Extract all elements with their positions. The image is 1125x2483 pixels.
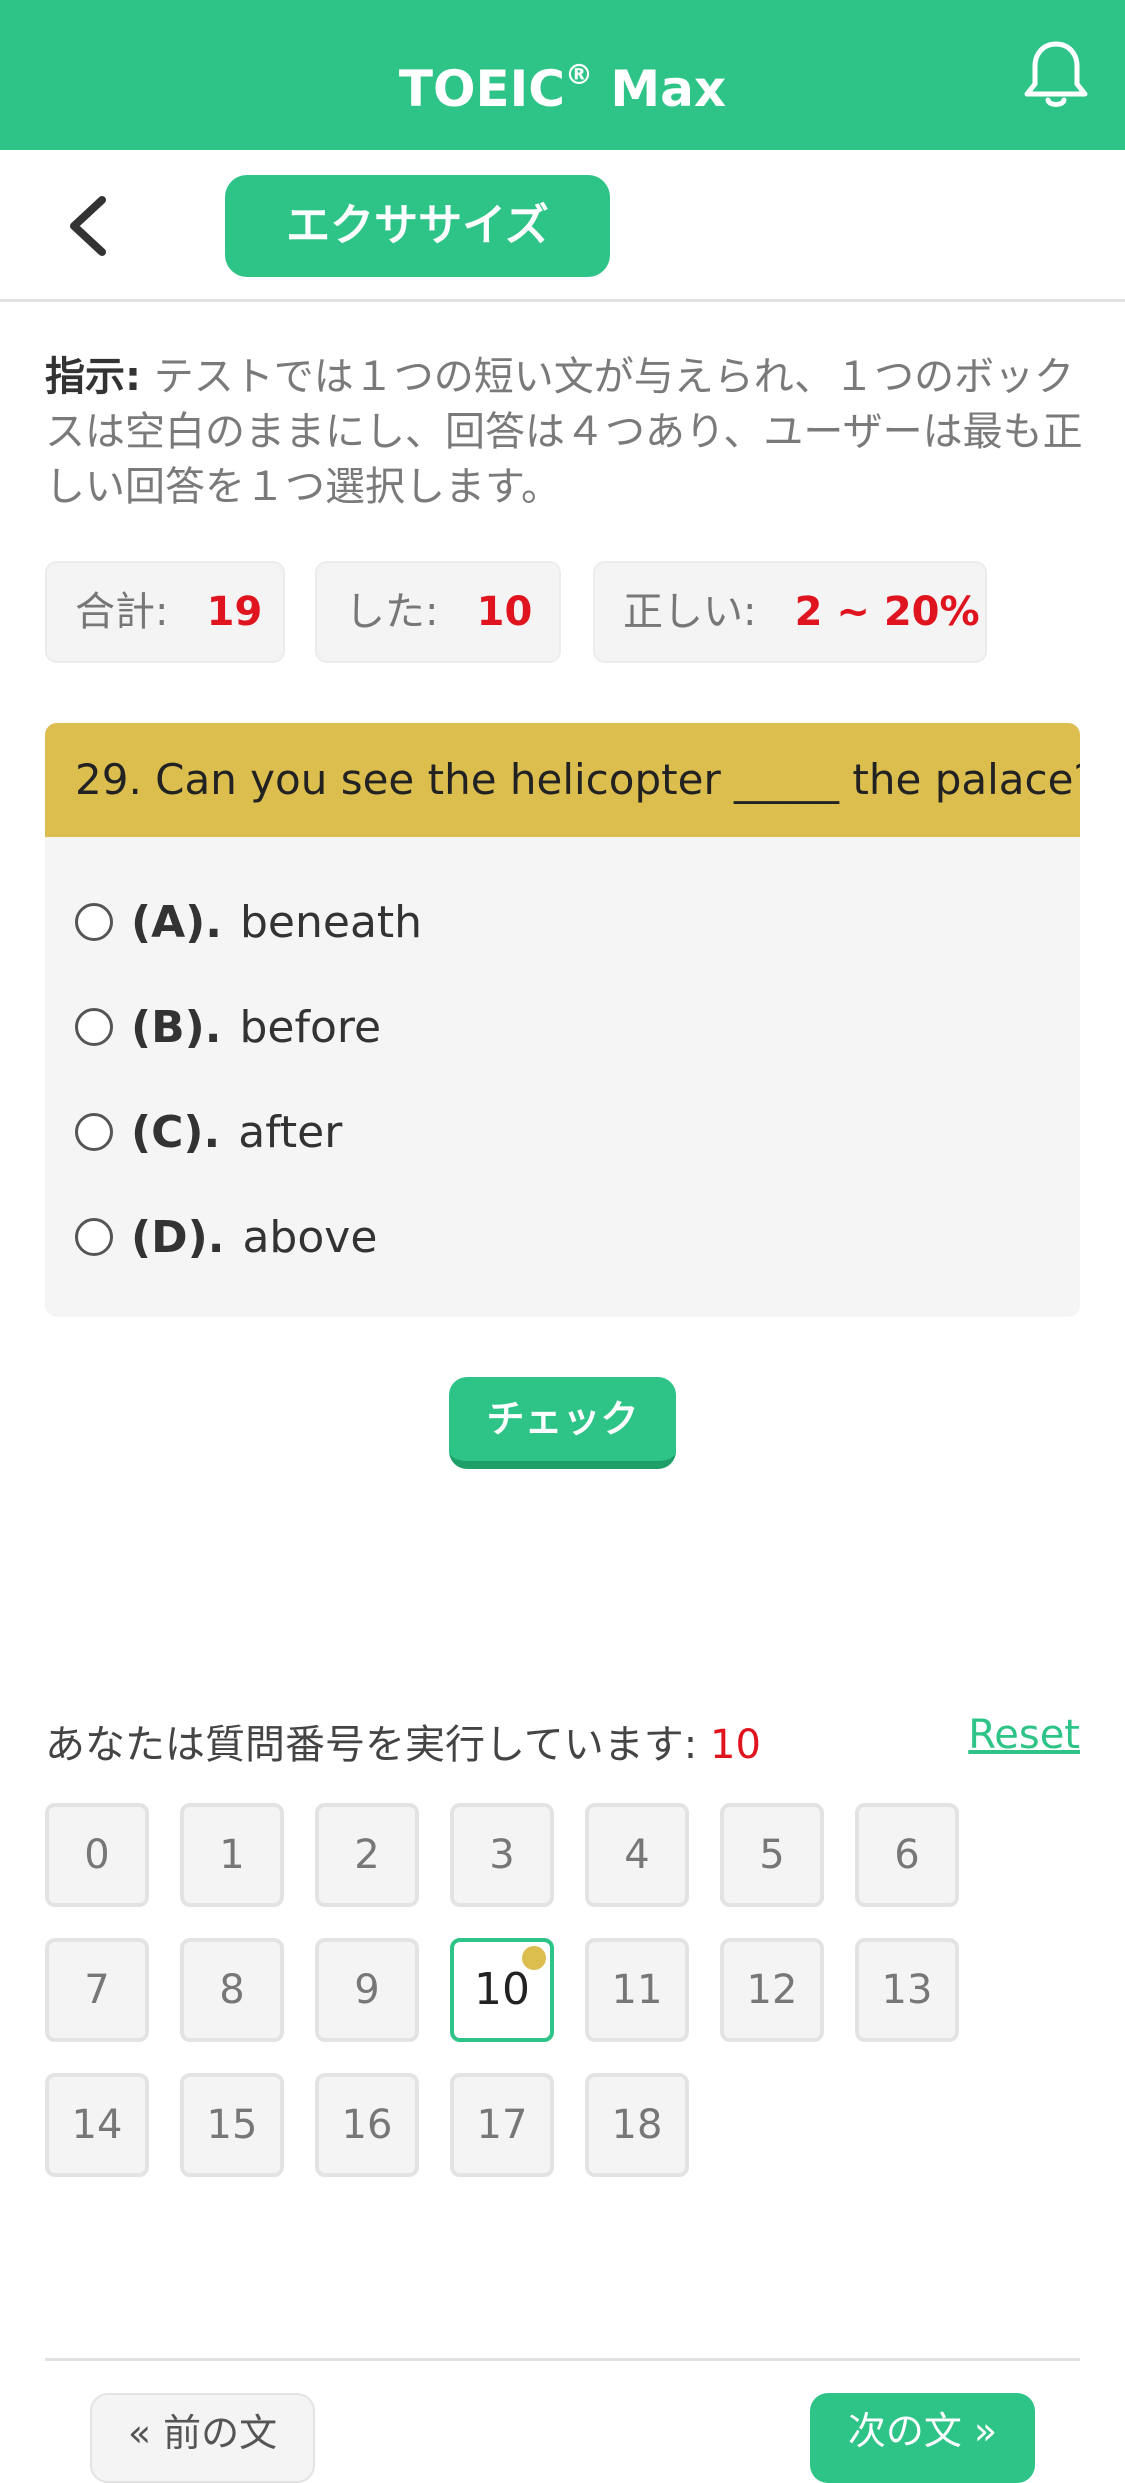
question-number-button[interactable]: 1 — [180, 1803, 284, 1907]
check-button[interactable]: チェック — [449, 1377, 676, 1469]
stat-done: した: 10 — [315, 561, 561, 663]
option-b[interactable]: (B). before — [75, 987, 381, 1067]
question-number-button[interactable]: 4 — [585, 1803, 689, 1907]
stat-total: 合計: 19 — [45, 561, 285, 663]
next-sentence-button[interactable]: 次の文 » — [810, 2393, 1035, 2483]
stat-correct: 正しい: 2 ~ 20% — [593, 561, 987, 663]
reset-link[interactable]: Reset — [968, 1712, 1080, 1758]
instructions-text: テストでは１つの短い文が与えられ、１つのボックスは空白のままにし、回答は４つあり… — [45, 354, 1083, 510]
question-number-button[interactable]: 17 — [450, 2073, 554, 2177]
progress-label: あなたは質問番号を実行しています: 10 — [45, 1722, 761, 1768]
question-number-button[interactable]: 13 — [855, 1938, 959, 2042]
question-number-button[interactable]: 6 — [855, 1803, 959, 1907]
divider — [45, 2358, 1080, 2361]
question-number-button[interactable]: 2 — [315, 1803, 419, 1907]
question-number-button[interactable]: 0 — [45, 1803, 149, 1907]
tab-exercise[interactable]: エクササイズ — [225, 175, 610, 277]
current-indicator-dot — [522, 1946, 546, 1970]
radio-button[interactable] — [75, 903, 113, 941]
app-title: TOEIC® Max — [398, 58, 727, 118]
question-number-button[interactable]: 7 — [45, 1938, 149, 2042]
radio-button[interactable] — [75, 1008, 113, 1046]
instructions: 指示: テストでは１つの短い文が与えられ、１つのボックスは空白のままにし、回答は… — [45, 350, 1085, 515]
question-number-button[interactable]: 15 — [180, 2073, 284, 2177]
question-text: 29. Can you see the helicopter _____ the… — [45, 723, 1080, 837]
instructions-label: 指示: — [45, 354, 141, 400]
question-number-button[interactable]: 14 — [45, 2073, 149, 2177]
question-number-button[interactable]: 11 — [585, 1938, 689, 2042]
question-number-button[interactable]: 5 — [720, 1803, 824, 1907]
chevron-left-icon[interactable] — [60, 194, 120, 258]
option-a[interactable]: (A). beneath — [75, 882, 422, 962]
question-number-button[interactable]: 3 — [450, 1803, 554, 1907]
sub-navigation: エクササイズ — [0, 150, 1125, 302]
question-number-button[interactable]: 9 — [315, 1938, 419, 2042]
previous-sentence-button[interactable]: « 前の文 — [90, 2393, 315, 2483]
question-number-grid: 0 1 2 3 4 5 6 7 8 9 10 11 12 13 14 15 16 17 18 — [45, 1803, 1045, 2183]
question-number-button[interactable]: 12 — [720, 1938, 824, 2042]
option-c[interactable]: (C). after — [75, 1092, 342, 1172]
question-number-button[interactable]: 16 — [315, 2073, 419, 2177]
app-header: TOEIC® Max — [0, 0, 1125, 150]
radio-button[interactable] — [75, 1113, 113, 1151]
bell-icon[interactable] — [1021, 38, 1091, 110]
question-number-button[interactable]: 18 — [585, 2073, 689, 2177]
option-d[interactable]: (D). above — [75, 1197, 377, 1277]
question-number-button[interactable]: 8 — [180, 1938, 284, 2042]
question-card: 29. Can you see the helicopter _____ the… — [45, 723, 1080, 1317]
radio-button[interactable] — [75, 1218, 113, 1256]
question-number-button[interactable]: 10 — [450, 1938, 554, 2042]
